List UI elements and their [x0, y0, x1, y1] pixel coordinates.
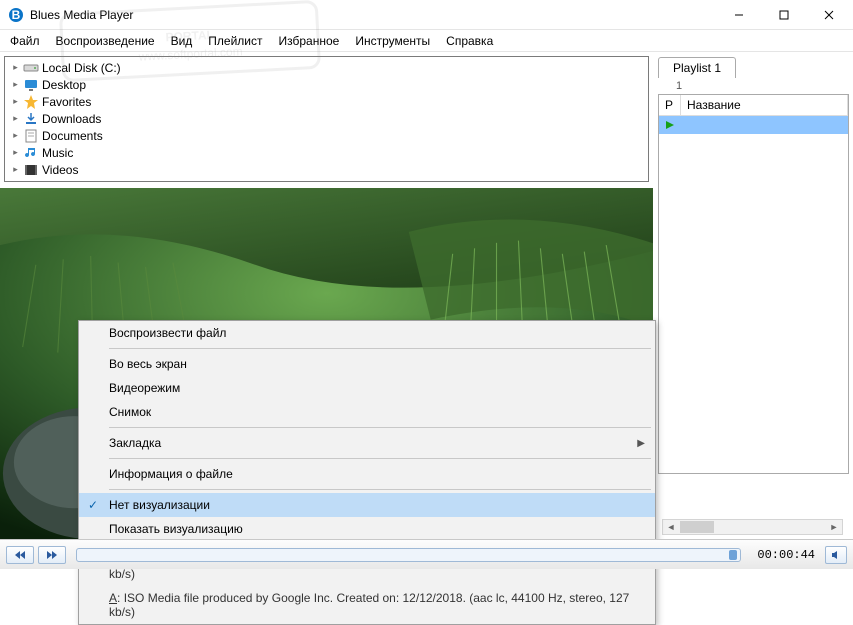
menu-favorites[interactable]: Избранное	[271, 31, 348, 51]
svg-text:B: B	[12, 8, 21, 22]
time-display: 00:00:44	[751, 548, 821, 562]
menu-tools[interactable]: Инструменты	[347, 31, 438, 51]
scroll-thumb[interactable]	[680, 521, 714, 533]
prev-button[interactable]	[6, 546, 34, 564]
expand-icon[interactable]: ▸	[11, 131, 20, 140]
titlebar: B Blues Media Player	[0, 0, 853, 30]
transport-bar: 00:00:44	[0, 539, 853, 569]
playlist-table[interactable]: P Название	[658, 94, 849, 474]
scroll-left-icon[interactable]: ◄	[663, 520, 679, 534]
menu-playback[interactable]: Воспроизведение	[48, 31, 163, 51]
menu-view[interactable]: Вид	[163, 31, 201, 51]
context-menu: Воспроизвести файл Во весь экран Видеоре…	[78, 320, 656, 625]
app-icon: B	[8, 7, 24, 23]
expand-icon[interactable]: ▸	[11, 148, 20, 157]
cm-show-visual[interactable]: Показать визуализацию	[79, 517, 655, 541]
star-icon	[23, 94, 39, 110]
menu-playlist[interactable]: Плейлист	[200, 31, 270, 51]
tree-item-local-disk[interactable]: ▸ Local Disk (C:)	[9, 59, 644, 76]
playlist-col-p[interactable]: P	[659, 95, 681, 115]
expand-icon[interactable]: ▸	[11, 97, 20, 106]
menu-help[interactable]: Справка	[438, 31, 501, 51]
menubar: Файл Воспроизведение Вид Плейлист Избран…	[0, 30, 853, 52]
tree-item-videos[interactable]: ▸ Videos	[9, 161, 644, 178]
playlist-hscroll[interactable]: ◄ ►	[662, 519, 843, 535]
cm-fullscreen[interactable]: Во весь экран	[79, 352, 655, 376]
play-icon	[659, 120, 681, 130]
cm-info-b: A: ISO Media file produced by Google Inc…	[79, 586, 655, 624]
seek-knob[interactable]	[729, 550, 737, 560]
cm-video-mode[interactable]: Видеорежим	[79, 376, 655, 400]
music-icon	[23, 145, 39, 161]
cm-file-info[interactable]: Информация о файле	[79, 462, 655, 486]
monitor-icon	[23, 77, 39, 93]
volume-button[interactable]	[825, 546, 847, 564]
playlist-tab[interactable]: Playlist 1	[658, 57, 736, 78]
expand-icon[interactable]: ▸	[11, 165, 20, 174]
cm-bookmark[interactable]: Закладка▶	[79, 431, 655, 455]
minimize-button[interactable]	[716, 0, 761, 29]
file-browser[interactable]: ▸ Local Disk (C:) ▸ Desktop ▸ Favorites …	[4, 56, 649, 182]
video-icon	[23, 162, 39, 178]
drive-icon	[23, 60, 39, 76]
tree-item-downloads[interactable]: ▸ Downloads	[9, 110, 644, 127]
cm-no-visual[interactable]: ✓ Нет визуализации	[79, 493, 655, 517]
seek-bar[interactable]	[76, 548, 741, 562]
cm-play-file[interactable]: Воспроизвести файл	[79, 321, 655, 345]
next-button[interactable]	[38, 546, 66, 564]
playlist-panel: Playlist 1 1 P Название	[653, 52, 853, 539]
tree-item-documents[interactable]: ▸ Documents	[9, 127, 644, 144]
expand-icon[interactable]: ▸	[11, 114, 20, 123]
menu-file[interactable]: Файл	[2, 31, 48, 51]
chevron-right-icon: ▶	[637, 438, 645, 449]
playlist-col-name[interactable]: Название	[681, 95, 848, 115]
check-icon: ✓	[85, 497, 101, 513]
tree-item-favorites[interactable]: ▸ Favorites	[9, 93, 644, 110]
expand-icon[interactable]: ▸	[11, 80, 20, 89]
maximize-button[interactable]	[761, 0, 806, 29]
close-button[interactable]	[806, 0, 851, 29]
tree-item-desktop[interactable]: ▸ Desktop	[9, 76, 644, 93]
document-icon	[23, 128, 39, 144]
scroll-right-icon[interactable]: ►	[826, 520, 842, 534]
expand-icon[interactable]: ▸	[11, 63, 20, 72]
playlist-count: 1	[658, 78, 849, 94]
tree-item-music[interactable]: ▸ Music	[9, 144, 644, 161]
window-title: Blues Media Player	[30, 8, 716, 22]
cm-snapshot[interactable]: Снимок	[79, 400, 655, 424]
download-icon	[23, 111, 39, 127]
playlist-row[interactable]	[659, 116, 848, 134]
